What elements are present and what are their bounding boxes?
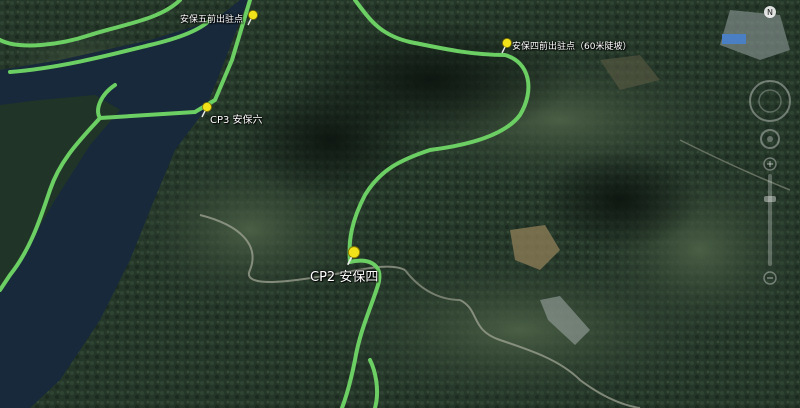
placemark-label[interactable]: 安保五前出驻点 <box>180 12 243 25</box>
pushpin-icon[interactable] <box>345 246 363 266</box>
look-ring-icon[interactable] <box>749 80 791 122</box>
compass-label: N <box>767 8 773 17</box>
valley-shadow <box>240 80 420 200</box>
terrain-imagery <box>0 0 800 408</box>
pushpin-icon[interactable] <box>246 10 260 26</box>
zoom-slider-icon[interactable] <box>763 157 777 285</box>
placemark-label[interactable]: CP3 安保六 <box>210 111 263 126</box>
navigation-controls[interactable]: N <box>748 4 792 294</box>
blue-roof-building <box>722 34 746 44</box>
placemark-label[interactable]: 安保四前出驻点（60米陡坡） <box>512 39 631 52</box>
compass-icon[interactable]: N <box>764 6 776 18</box>
move-ring-icon[interactable] <box>760 129 780 149</box>
valley-shadow <box>540 150 700 250</box>
placemark-label[interactable]: CP2 安保四 <box>310 266 378 285</box>
map-viewport[interactable]: 安保五前出驻点 安保四前出驻点（60米陡坡） CP3 安保六 CP2 安保四 N <box>0 0 800 408</box>
